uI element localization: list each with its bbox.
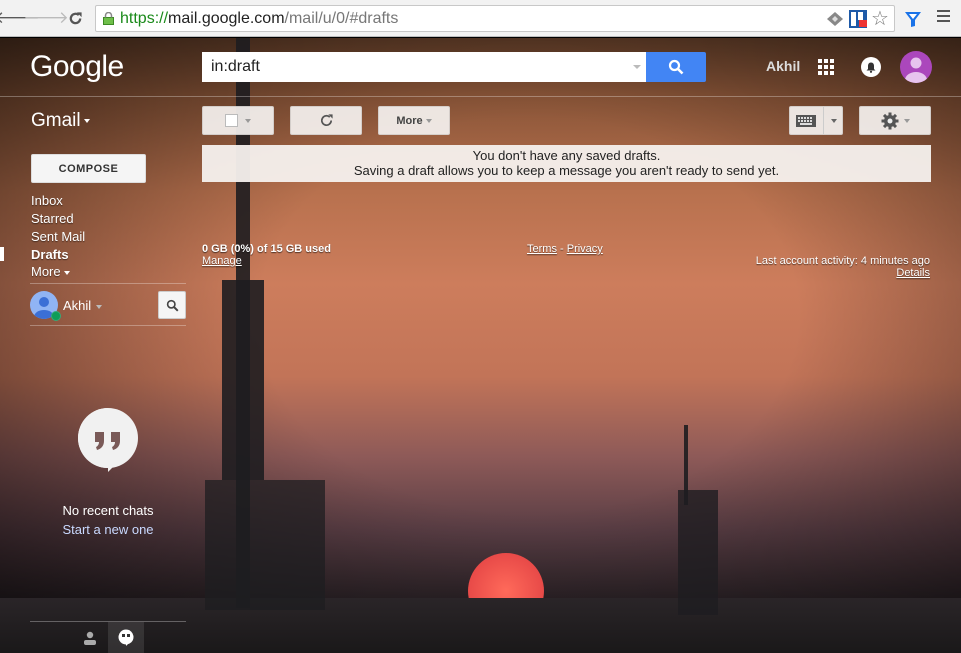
footer-links: Terms - Privacy (527, 243, 603, 255)
extension-kanban-icon[interactable] (849, 10, 867, 28)
more-actions-button[interactable]: More (378, 106, 450, 135)
extension-diamond-icon[interactable] (827, 12, 843, 26)
hangouts-icon (118, 629, 134, 646)
select-checkbox-button[interactable] (202, 106, 274, 135)
apps-grid-icon[interactable] (818, 59, 834, 75)
search-input[interactable] (202, 52, 622, 82)
sidebar-item-sent-mail[interactable]: Sent Mail (31, 229, 85, 244)
search-icon (166, 299, 178, 311)
header-divider (0, 96, 961, 97)
hangouts-tab[interactable] (108, 622, 144, 653)
chrome-menu-icon[interactable] (937, 10, 950, 22)
refresh-icon (320, 114, 333, 126)
search-box[interactable] (202, 52, 647, 82)
theme-tower-decoration (678, 490, 718, 615)
empty-drafts-description: Saving a draft allows you to keep a mess… (353, 163, 780, 178)
hangouts-user-row: Akhil (30, 291, 186, 321)
forward-button[interactable]: 🡒 (23, 8, 69, 28)
reload-icon (69, 11, 82, 24)
url-text: https://mail.google.com/mail/u/0/#drafts (120, 10, 399, 27)
online-status-indicator (51, 311, 61, 321)
theme-tower-decoration (205, 480, 325, 610)
search-button[interactable] (646, 52, 706, 82)
empty-drafts-message: You don't have any saved drafts. Saving … (202, 145, 931, 182)
contacts-tab[interactable] (72, 622, 108, 653)
button-divider (823, 107, 824, 134)
person-icon (84, 631, 96, 645)
address-bar[interactable]: https://mail.google.com/mail/u/0/#drafts… (95, 5, 895, 32)
sidebar-divider (30, 325, 186, 326)
start-new-chat-link[interactable]: Start a new one (30, 522, 186, 537)
chevron-down-icon (83, 118, 90, 123)
account-avatar[interactable] (900, 51, 932, 83)
chevron-down-icon (903, 118, 910, 123)
browser-toolbar: 🡐 🡒 https://mail.google.com/mail/u/0/#dr… (0, 0, 961, 37)
activity-details-link[interactable]: Details (896, 267, 930, 279)
manage-storage-link[interactable]: Manage (202, 255, 242, 267)
theme-tower-decoration (222, 280, 264, 480)
google-logo[interactable]: Google (30, 50, 124, 84)
search-icon (668, 59, 684, 75)
hangouts-user-menu[interactable]: Akhil (63, 298, 103, 313)
no-chats-text: No recent chats (62, 503, 154, 518)
storage-usage: 0 GB (0%) of 15 GB used (202, 243, 331, 255)
chevron-down-icon (96, 304, 103, 309)
compose-button[interactable]: COMPOSE (31, 154, 146, 183)
sidebar-item-inbox[interactable]: Inbox (31, 193, 63, 208)
active-folder-marker (0, 247, 4, 261)
keyboard-icon (796, 114, 816, 127)
hangouts-quote-icon (78, 408, 138, 472)
chevron-down-icon[interactable] (831, 119, 837, 123)
gmail-menu[interactable]: Gmail (31, 110, 90, 132)
empty-drafts-title: You don't have any saved drafts. (472, 148, 661, 163)
chevron-down-icon (425, 118, 432, 123)
sidebar-item-more[interactable]: More (31, 264, 70, 279)
sidebar-item-starred[interactable]: Starred (31, 211, 74, 226)
gear-icon (881, 112, 898, 129)
bell-icon (866, 62, 876, 73)
person-icon (905, 57, 927, 83)
account-name[interactable]: Akhil (766, 58, 800, 74)
sidebar-item-drafts[interactable]: Drafts (31, 247, 69, 262)
lock-icon (103, 12, 114, 25)
checkbox-icon (225, 114, 238, 127)
terms-link[interactable]: Terms (527, 243, 557, 255)
notifications-button[interactable] (861, 57, 881, 77)
hangouts-search-button[interactable] (158, 291, 186, 319)
search-options-dropdown[interactable] (633, 65, 641, 69)
settings-button[interactable] (859, 106, 931, 135)
input-tools-button[interactable] (789, 106, 843, 135)
bookmark-star-icon[interactable]: ☆ (871, 6, 889, 31)
extension-funnel-icon[interactable] (904, 10, 922, 28)
link-separator: - (556, 243, 567, 255)
privacy-link[interactable]: Privacy (567, 243, 603, 255)
last-account-activity: Last account activity: 4 minutes ago (755, 255, 930, 267)
chevron-down-icon (245, 118, 251, 123)
theme-ground-decoration (0, 598, 961, 653)
refresh-button[interactable] (290, 106, 362, 135)
sidebar-divider (30, 283, 186, 284)
chevron-down-icon (63, 270, 70, 275)
reload-button[interactable] (65, 8, 85, 28)
